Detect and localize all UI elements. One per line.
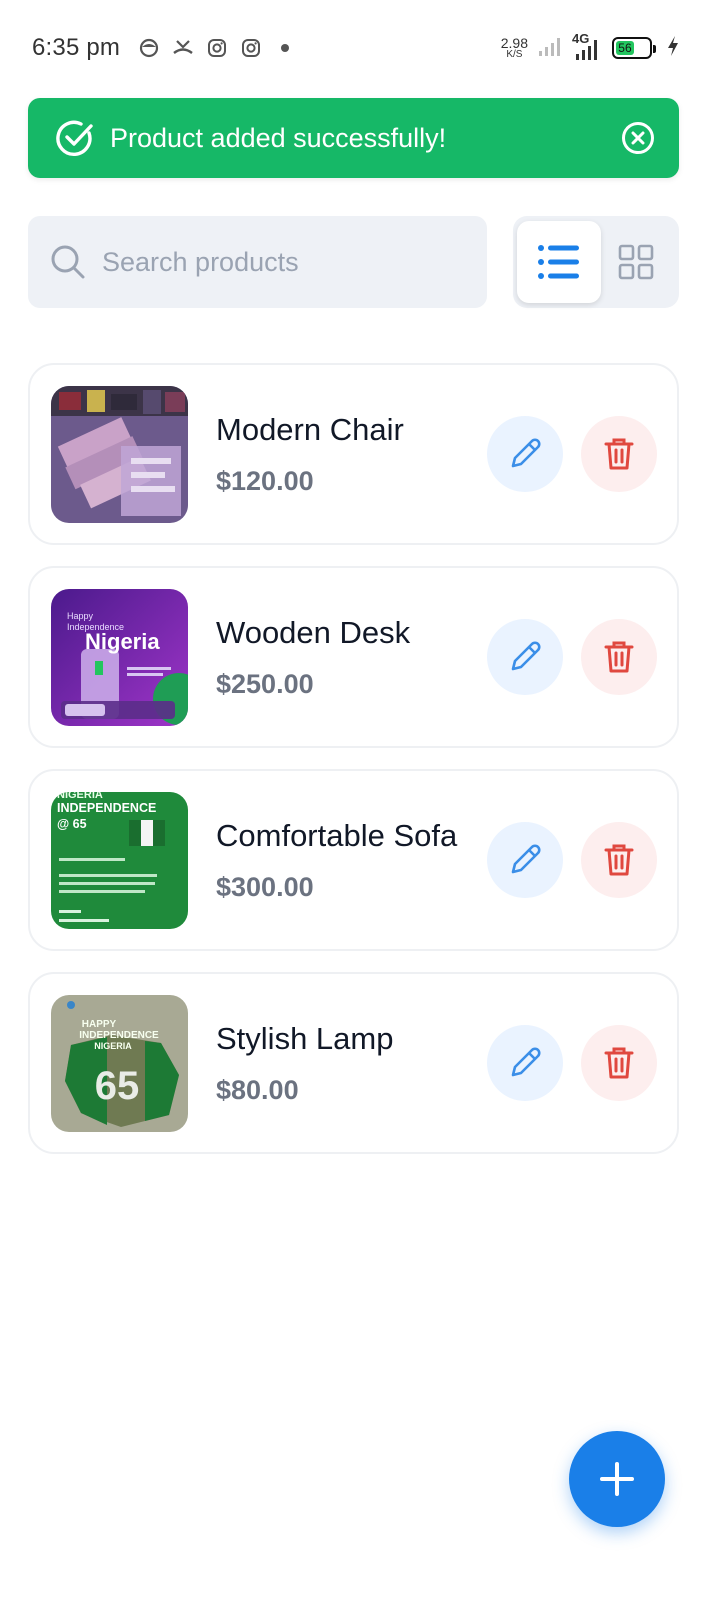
add-product-button[interactable] <box>569 1431 665 1527</box>
edit-button[interactable] <box>487 1025 563 1101</box>
thumb-text: @ 65 <box>57 817 87 831</box>
delete-button[interactable] <box>581 619 657 695</box>
thumb-text: INDEPENDENCE <box>79 1030 159 1041</box>
list-view-button[interactable] <box>517 221 601 303</box>
delete-button[interactable] <box>581 416 657 492</box>
product-actions <box>487 1025 657 1101</box>
product-image: HAPPY INDEPENDENCE NIGERIA 65 <box>51 994 188 1132</box>
trash-icon <box>604 844 634 876</box>
search-input[interactable] <box>102 246 442 278</box>
signal-icon <box>538 35 562 62</box>
status-bar-left: 6:35 pm <box>32 34 296 62</box>
product-name: Modern Chair <box>216 411 404 447</box>
trash-icon <box>604 1047 634 1079</box>
delete-button[interactable] <box>581 822 657 898</box>
pencil-icon <box>511 844 541 874</box>
thumb-text: NIGERIA <box>57 792 103 801</box>
product-info: Comfortable Sofa $300.00 <box>188 817 487 903</box>
face-icon <box>138 37 160 59</box>
instagram-icon <box>240 37 262 59</box>
search-icon <box>50 244 86 280</box>
search-bar[interactable] <box>28 216 487 308</box>
product-image: NIGERIA INDEPENDENCE @ 65 <box>51 791 188 929</box>
battery-level: 56 <box>616 41 634 55</box>
product-list: Modern Chair $120.00 Happy Independence … <box>28 363 679 1175</box>
pencil-icon <box>511 438 541 468</box>
thumb-text: INDEPENDENCE <box>57 801 156 815</box>
product-price: $120.00 <box>216 466 314 497</box>
pencil-icon <box>511 1047 541 1077</box>
battery-icon: 56 <box>612 37 656 59</box>
product-card[interactable]: HAPPY INDEPENDENCE NIGERIA 65 Stylish La… <box>28 972 679 1154</box>
product-card[interactable]: Happy Independence Nigeria Wooden Desk $… <box>28 566 679 748</box>
product-name: Stylish Lamp <box>216 1020 394 1056</box>
check-circle-icon <box>54 117 96 159</box>
product-info: Stylish Lamp $80.00 <box>188 1020 487 1106</box>
product-info: Wooden Desk $250.00 <box>188 614 487 700</box>
product-price: $300.00 <box>216 872 314 903</box>
trash-icon <box>604 641 634 673</box>
plus-icon <box>600 1462 634 1496</box>
thumb-text: Happy <box>67 611 94 621</box>
edit-button[interactable] <box>487 822 563 898</box>
thumb-text: NIGERIA <box>94 1041 132 1051</box>
product-card[interactable]: NIGERIA INDEPENDENCE @ 65 Comfortable So… <box>28 769 679 951</box>
product-name: Wooden Desk <box>216 614 411 650</box>
close-toast-button[interactable] <box>621 121 655 155</box>
trash-icon <box>604 438 634 470</box>
status-bar-right: 2.98 K/S 4G 56 <box>501 31 680 62</box>
close-circle-icon <box>622 122 654 154</box>
delete-button[interactable] <box>581 1025 657 1101</box>
toast-message: Product added successfully! <box>110 122 447 153</box>
product-name: Comfortable Sofa <box>216 817 458 853</box>
success-toast: Product added successfully! <box>28 98 679 178</box>
charging-icon <box>666 35 680 62</box>
instagram-icon <box>206 37 228 59</box>
net-speed-value: 2.98 <box>500 35 528 51</box>
product-actions <box>487 822 657 898</box>
edit-button[interactable] <box>487 416 563 492</box>
product-price: $250.00 <box>216 669 314 700</box>
signal-4g-icon: 4G <box>572 31 602 61</box>
thumb-number: 65 <box>95 1064 140 1108</box>
grid-icon <box>618 244 654 280</box>
product-info: Modern Chair $120.00 <box>188 411 487 497</box>
edit-button[interactable] <box>487 619 563 695</box>
status-time: 6:35 pm <box>32 34 121 61</box>
grid-view-button[interactable] <box>601 221 671 303</box>
product-card[interactable]: Modern Chair $120.00 <box>28 363 679 545</box>
net-speed: 2.98 K/S <box>501 36 528 60</box>
thumb-title: Nigeria <box>85 629 160 654</box>
product-image <box>51 385 188 523</box>
thumb-text: HAPPY <box>82 1019 117 1030</box>
product-actions <box>487 416 657 492</box>
view-toggle <box>513 216 679 308</box>
pencil-icon <box>511 641 541 671</box>
product-price: $80.00 <box>216 1075 299 1106</box>
dot-icon <box>274 37 296 59</box>
status-bar: 6:35 pm 2.98 K/S 4G 56 <box>0 0 720 96</box>
missed-call-icon <box>172 37 194 59</box>
product-image: Happy Independence Nigeria <box>51 588 188 726</box>
list-icon <box>538 245 579 279</box>
net-speed-unit: K/S <box>506 49 523 60</box>
product-actions <box>487 619 657 695</box>
